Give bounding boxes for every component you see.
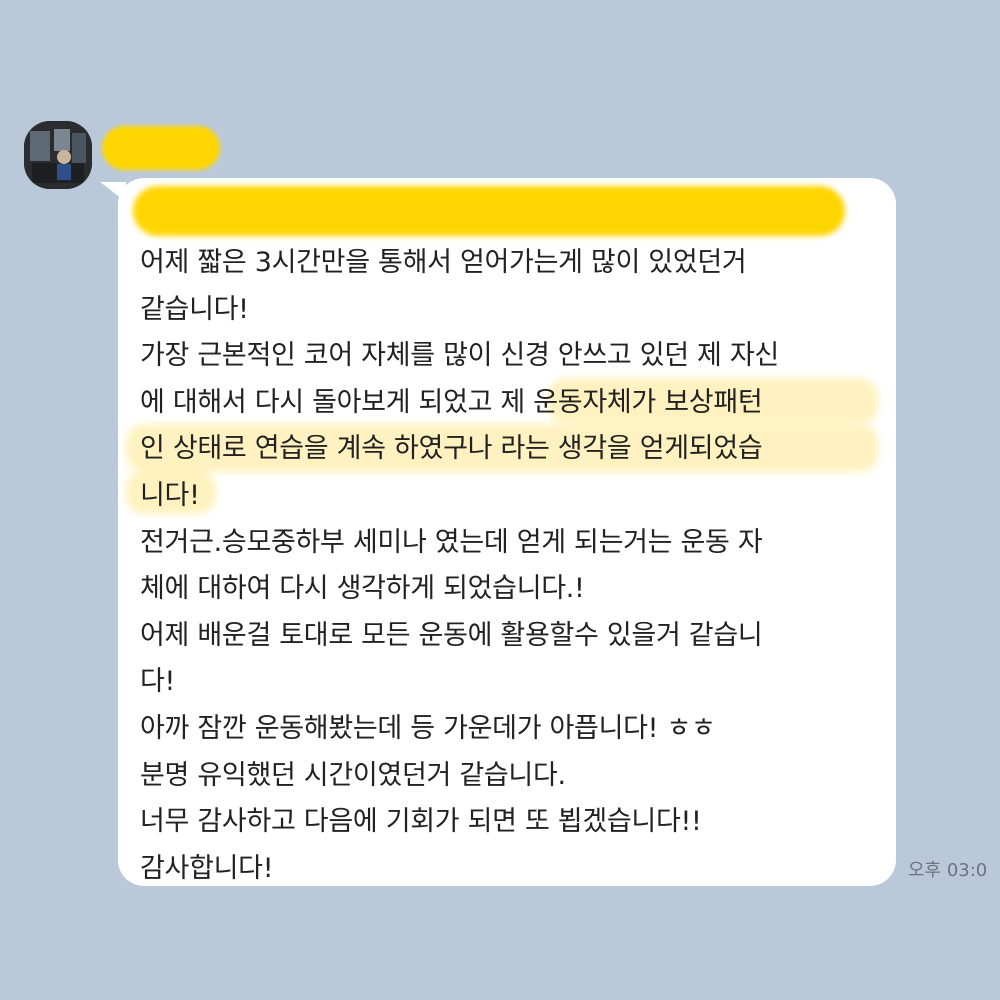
message-text: 어제 짧은 3시간만을 통해서 얻어가는게 많이 있었던거 같습니다! 가장 근… [140, 240, 880, 892]
message-line: 같습니다! [140, 293, 249, 325]
message-line: 어제 배운걸 토대로 모든 운동에 활용할수 있을거 같습니 [140, 619, 763, 651]
message-line: 어제 짧은 3시간만을 통해서 얻어가는게 많이 있었던거 [140, 247, 747, 278]
message-line: 아까 잠깐 운동해봤는데 등 가운데가 아픕니다! ㅎㅎ [140, 712, 716, 744]
message-line: 가장 근본적인 코어 자체를 많이 신경 안쓰고 있던 제 자신 [140, 340, 779, 372]
message-line: 전거근.승모중하부 세미나 였는데 얻게 되는거는 운동 자 [140, 526, 763, 558]
message-line: 분명 유익했던 시간이였던거 같습니다. [140, 759, 566, 791]
message-line: 다! [140, 666, 176, 698]
message-line: 에 대해서 다시 돌아보게 되었고 제 운동자체가 보상패턴 [140, 386, 763, 418]
message-line: 인 상태로 연습을 계속 하였구나 라는 생각을 얻게되었습 [140, 433, 763, 465]
message-line: 너무 감사하고 다음에 기회가 되면 또 뵙겠습니다!! [140, 806, 702, 838]
message-line: 니다! [140, 479, 200, 511]
message-redacted-line [133, 186, 845, 236]
message-timestamp: 오후 03:0 [908, 860, 988, 881]
message-line: 감사합니다! [140, 852, 274, 884]
sender-avatar[interactable] [24, 121, 92, 189]
message-line: 체에 대하여 다시 생각하게 되었습니다.! [140, 573, 585, 605]
sender-name-redacted [102, 126, 220, 170]
